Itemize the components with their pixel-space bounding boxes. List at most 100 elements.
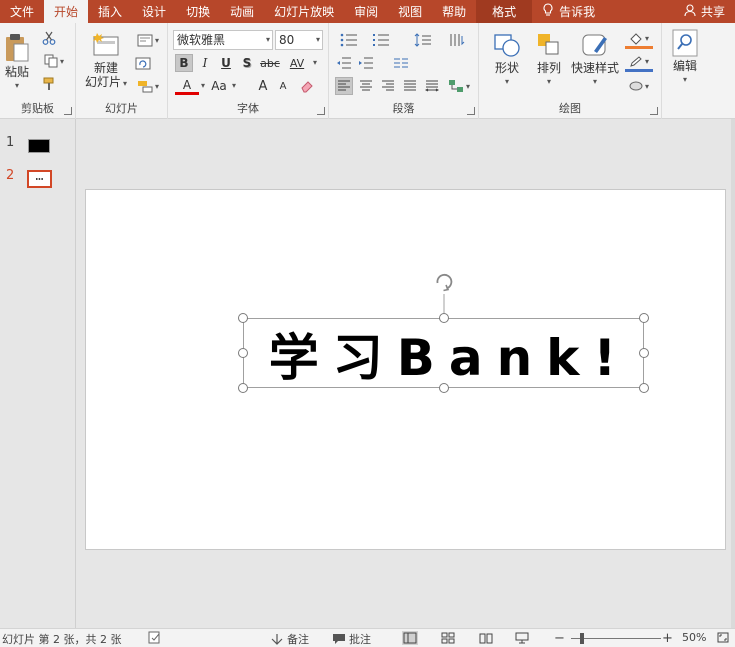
drawing-launcher-icon[interactable]: [650, 107, 658, 115]
tab-help[interactable]: 帮助: [432, 0, 476, 23]
text-box[interactable]: 学习Bank!: [238, 313, 649, 393]
slide-thumbnail-2-content: [36, 178, 44, 180]
vertical-scrollbar[interactable]: [731, 119, 735, 628]
font-name-combo[interactable]: 微软雅黑 ▾: [173, 30, 273, 50]
slideshow-view-icon[interactable]: [514, 631, 530, 645]
grow-font-button[interactable]: A: [254, 77, 272, 95]
quick-styles-button[interactable]: 快速样式 ▾: [569, 31, 621, 89]
copy-button[interactable]: ▾: [40, 52, 68, 70]
resize-handle-top-left[interactable]: [238, 313, 248, 323]
font-size-value: 80: [279, 33, 295, 47]
shape-outline-button[interactable]: ▾: [625, 54, 653, 72]
shapes-button[interactable]: 形状 ▾: [487, 31, 527, 89]
zoom-out-button[interactable]: −: [554, 631, 565, 646]
arrange-button[interactable]: 排列 ▾: [529, 31, 569, 89]
tab-design[interactable]: 设计: [132, 0, 176, 23]
resize-handle-top[interactable]: [439, 313, 449, 323]
reading-view-icon[interactable]: [478, 631, 494, 645]
strikethrough-button[interactable]: abc: [258, 54, 282, 72]
slide-text[interactable]: 学习Bank!: [244, 319, 645, 389]
tab-animations[interactable]: 动画: [220, 0, 264, 23]
align-right-button[interactable]: [379, 77, 397, 95]
reset-button[interactable]: [134, 54, 152, 72]
zoom-level[interactable]: 50%: [682, 631, 706, 644]
align-left-button[interactable]: [335, 77, 353, 95]
zoom-slider-thumb[interactable]: [580, 633, 584, 644]
tab-review[interactable]: 审阅: [344, 0, 388, 23]
resize-handle-top-right[interactable]: [639, 313, 649, 323]
paintbrush-icon: [43, 77, 54, 90]
new-slide-label-2: 幻灯片: [84, 75, 121, 89]
align-center-icon: [360, 80, 372, 91]
resize-handle-bottom-right[interactable]: [639, 383, 649, 393]
status-bar: 幻灯片 第 2 张，共 2 张 备注 批注 − + 50%: [0, 628, 735, 647]
font-launcher-icon[interactable]: [317, 107, 325, 115]
slide-thumbnail-2[interactable]: [27, 170, 52, 188]
slide-sorter-icon[interactable]: [440, 631, 456, 645]
shape-fill-button[interactable]: ▾: [625, 31, 653, 49]
clipboard-launcher-icon[interactable]: [64, 107, 72, 115]
notes-button[interactable]: 备注: [270, 631, 309, 647]
format-painter-button[interactable]: [40, 75, 58, 93]
slide-thumbnail-1[interactable]: [28, 139, 50, 153]
zoom-in-button[interactable]: +: [662, 631, 673, 646]
font-size-combo[interactable]: 80 ▾: [275, 30, 323, 50]
cut-button[interactable]: [40, 29, 58, 47]
font-size-dropdown-icon[interactable]: ▾: [316, 31, 320, 49]
increase-indent-button[interactable]: [357, 54, 375, 72]
tab-slideshow[interactable]: 幻灯片放映: [264, 0, 344, 23]
font-name-dropdown-icon[interactable]: ▾: [266, 31, 270, 49]
slide-editing-area: 学习Bank!: [77, 119, 735, 628]
italic-button[interactable]: I: [196, 54, 214, 72]
character-spacing-button[interactable]: AV: [284, 54, 310, 72]
drawing-group-label: 绘图: [559, 102, 581, 115]
paragraph-launcher-icon[interactable]: [467, 107, 475, 115]
justify-button[interactable]: [401, 77, 419, 95]
paste-button[interactable]: 粘贴 ▾: [2, 33, 32, 93]
tab-home[interactable]: 开始: [44, 0, 89, 23]
bold-button[interactable]: B: [175, 54, 193, 72]
slide-2[interactable]: 学习Bank!: [85, 189, 726, 550]
spell-check-icon[interactable]: [148, 631, 162, 644]
tab-transitions[interactable]: 切换: [176, 0, 220, 23]
section-button[interactable]: ▾: [134, 77, 162, 95]
comment-icon: [333, 634, 345, 644]
bullets-button[interactable]: [335, 31, 363, 49]
shrink-font-button[interactable]: A: [274, 77, 292, 95]
resize-handle-bottom-left[interactable]: [238, 383, 248, 393]
decrease-indent-button[interactable]: [335, 54, 353, 72]
shadow-button[interactable]: S: [238, 54, 256, 72]
numbering-button[interactable]: [367, 31, 395, 49]
shape-effects-button[interactable]: ▾: [625, 77, 653, 95]
zoom-slider[interactable]: [571, 638, 661, 639]
resize-handle-left[interactable]: [238, 348, 248, 358]
layout-button[interactable]: ▾: [134, 31, 162, 49]
distributed-button[interactable]: [423, 77, 441, 95]
shapes-label: 形状: [494, 61, 519, 75]
change-case-button[interactable]: Aa: [208, 77, 230, 95]
normal-view-icon[interactable]: [402, 631, 418, 645]
tab-view[interactable]: 视图: [388, 0, 432, 23]
comments-button[interactable]: 批注: [332, 631, 371, 647]
rotate-handle-icon[interactable]: [432, 272, 456, 318]
line-spacing-button[interactable]: [409, 31, 437, 49]
underline-button[interactable]: U: [217, 54, 235, 72]
fit-to-window-icon[interactable]: [716, 631, 730, 644]
columns-button[interactable]: [387, 54, 415, 72]
editing-button[interactable]: 编辑 ▾: [668, 29, 702, 87]
new-slide-button[interactable]: 新建 幻灯片 ▾: [80, 31, 132, 91]
tab-insert[interactable]: 插入: [88, 0, 132, 23]
tell-me-box[interactable]: 告诉我: [532, 0, 605, 23]
smartart-button[interactable]: ▾: [445, 77, 473, 95]
tab-file[interactable]: 文件: [0, 0, 44, 23]
font-name-value: 微软雅黑: [177, 33, 226, 47]
resize-handle-right[interactable]: [639, 348, 649, 358]
align-center-button[interactable]: [357, 77, 375, 95]
resize-handle-bottom[interactable]: [439, 383, 449, 393]
text-direction-button[interactable]: [443, 31, 471, 49]
shape-effects-icon: [629, 81, 643, 91]
font-color-button[interactable]: A: [175, 77, 199, 95]
share-button[interactable]: 共享: [674, 0, 735, 23]
tab-format[interactable]: 格式: [476, 0, 533, 23]
clear-formatting-button[interactable]: [298, 77, 316, 95]
